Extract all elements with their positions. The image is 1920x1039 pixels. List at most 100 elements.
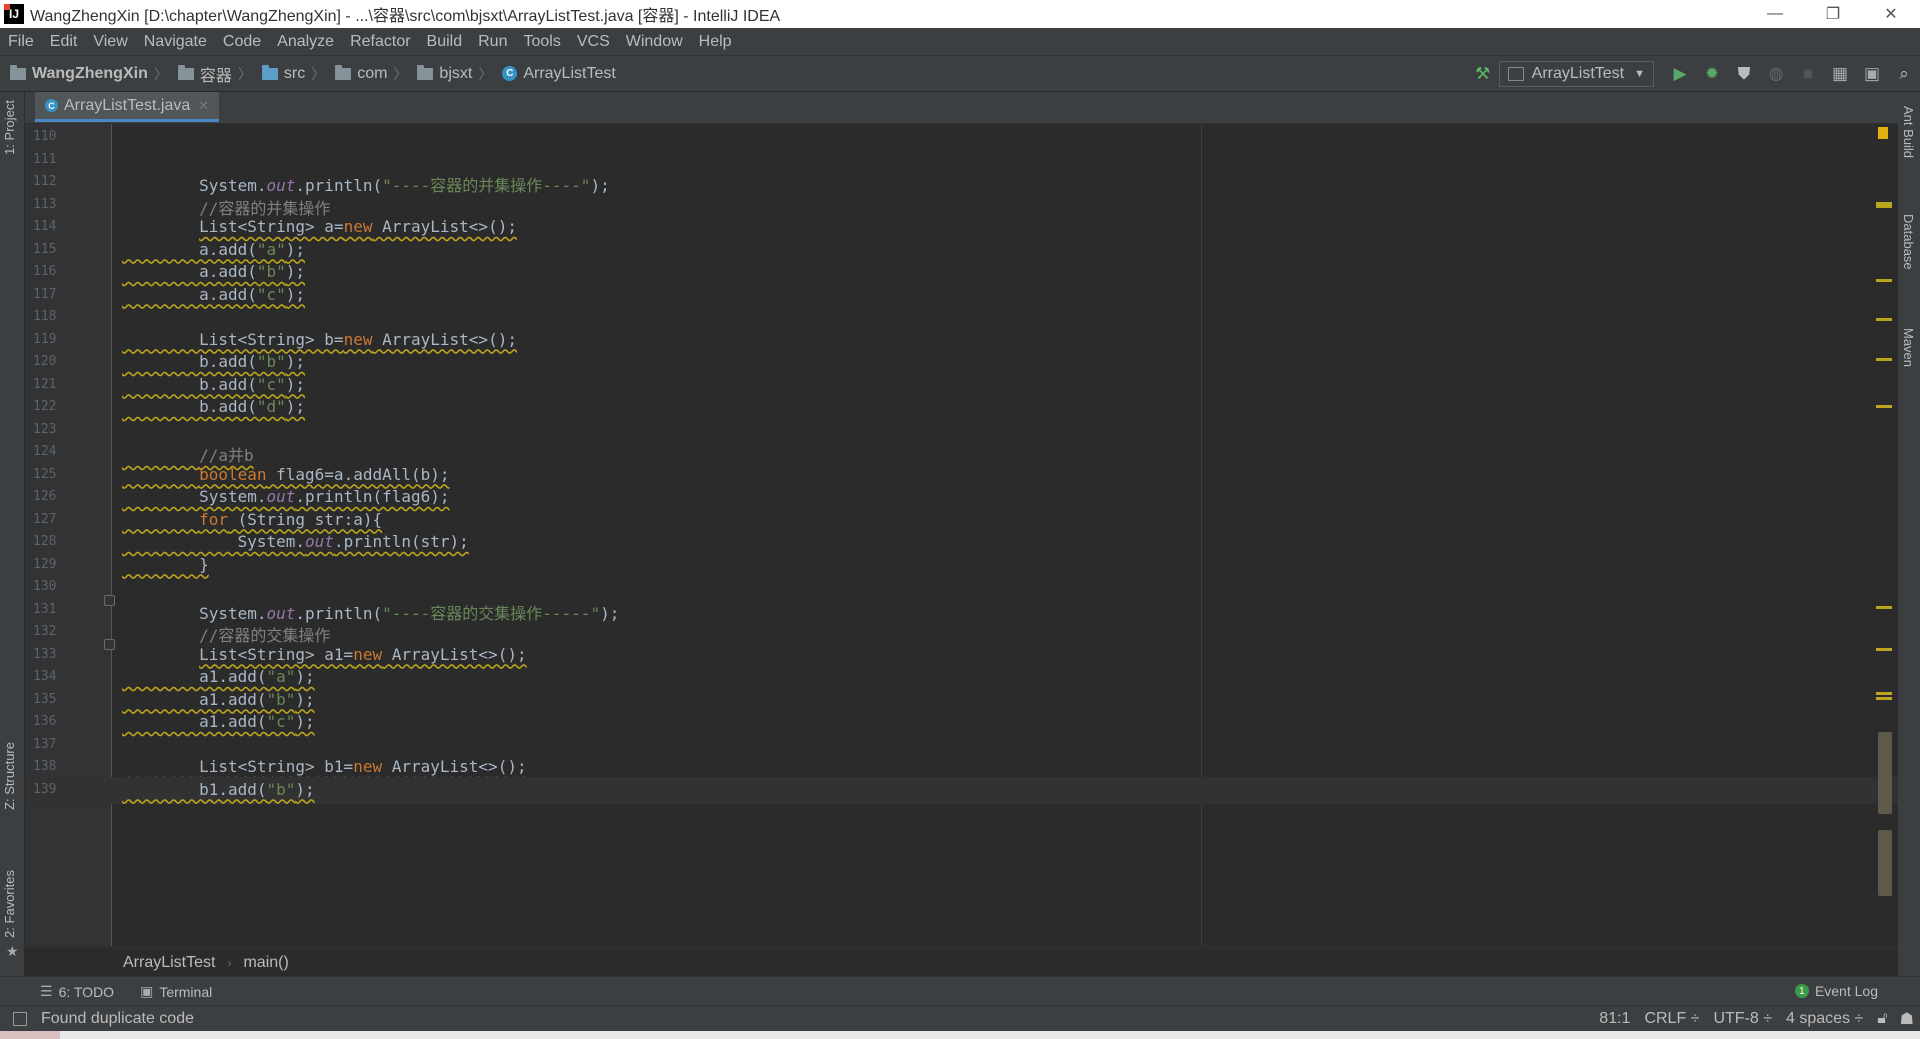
crumb-src[interactable]: src 〉: [252, 64, 325, 84]
code-token: b1.add(: [122, 779, 267, 799]
menu-file[interactable]: File: [0, 33, 42, 51]
warning-marker[interactable]: [1876, 205, 1892, 208]
menu-refactor[interactable]: Refactor: [342, 33, 418, 51]
bottom-tool-bar: ☰ 6: TODO ▣ Terminal 1 Event Log: [0, 976, 1920, 1006]
build-hammer-icon[interactable]: ⚒: [1467, 56, 1499, 92]
code-token: List<String> b=: [122, 329, 344, 349]
menu-vcs[interactable]: VCS: [569, 33, 618, 51]
menu-help[interactable]: Help: [691, 33, 740, 51]
line-number: 126: [33, 489, 57, 504]
todo-label: 6: TODO: [58, 983, 115, 1000]
menu-build[interactable]: Build: [419, 33, 471, 51]
menu-navigate[interactable]: Navigate: [136, 33, 215, 51]
ant-build-tool-button[interactable]: Ant Build: [1901, 106, 1916, 158]
star-icon: ★: [6, 944, 19, 960]
terminal-tool-button[interactable]: ▣ Terminal: [140, 983, 212, 1000]
code-token: a.add(: [122, 239, 257, 259]
run-icon[interactable]: ▶: [1664, 56, 1696, 92]
code-token: "c": [266, 712, 296, 731]
inspector-icon[interactable]: ☗: [1900, 1009, 1914, 1029]
search-icon[interactable]: ⌕: [1888, 56, 1920, 92]
minimize-button[interactable]: —: [1746, 0, 1804, 28]
crumb-com[interactable]: com 〉: [325, 64, 407, 84]
crumb-bjsxt[interactable]: bjsxt 〉: [407, 64, 492, 84]
menu-run[interactable]: Run: [470, 33, 515, 51]
crumb-project[interactable]: WangZhengXin 〉: [0, 64, 168, 84]
event-log-button[interactable]: 1 Event Log: [1794, 983, 1878, 999]
code-token: out: [266, 487, 296, 506]
crumb-class[interactable]: C ArrayListTest: [492, 65, 616, 83]
code-token: ArrayList<>();: [372, 329, 517, 349]
line-separator[interactable]: CRLF ÷: [1644, 1010, 1699, 1028]
code-line[interactable]: 139 b1.add("b");: [25, 776, 1898, 804]
line-number: 110: [33, 129, 57, 144]
warning-marker[interactable]: [1876, 692, 1892, 695]
todo-tool-button[interactable]: ☰ 6: TODO: [40, 983, 114, 1000]
lock-icon[interactable]: 🔓︎: [1877, 1010, 1887, 1028]
tab-arraylisttest[interactable]: C ArrayListTest.java ✕: [35, 92, 220, 122]
project-tool-button[interactable]: 1: Project: [2, 100, 17, 155]
code-token: "a": [256, 239, 286, 259]
indent-setting[interactable]: 4 spaces ÷: [1786, 1010, 1863, 1028]
status-square-icon[interactable]: [13, 1012, 27, 1026]
file-encoding[interactable]: UTF-8 ÷: [1713, 1010, 1772, 1028]
code-token: System.: [122, 532, 306, 551]
warning-marker[interactable]: [1876, 405, 1892, 408]
menu-window[interactable]: Window: [618, 33, 691, 51]
stop-icon[interactable]: ■: [1792, 56, 1824, 92]
maven-tool-button[interactable]: Maven: [1901, 328, 1916, 367]
code-token: b.add(: [122, 374, 257, 394]
profile-icon[interactable]: ◍: [1760, 56, 1792, 92]
menu-bar: File Edit View Navigate Code Analyze Ref…: [0, 28, 1920, 55]
warning-status-icon[interactable]: [1878, 127, 1888, 139]
menu-view[interactable]: View: [85, 33, 135, 51]
line-number: 135: [33, 691, 57, 707]
database-tool-button[interactable]: Database: [1901, 214, 1916, 270]
line-number: 111: [33, 151, 57, 167]
warning-marker[interactable]: [1876, 358, 1892, 361]
code-editor[interactable]: 110 111 112 System.out.println("----容器的并集操…: [25, 124, 1898, 946]
run-configuration-select[interactable]: ArrayListTest ▼: [1498, 61, 1654, 87]
structure-tool-button[interactable]: Z: Structure: [2, 742, 17, 810]
warning-marker[interactable]: [1876, 606, 1892, 609]
warning-marker[interactable]: [1876, 648, 1892, 651]
menu-tools[interactable]: Tools: [515, 33, 568, 51]
code-token: new: [353, 644, 383, 664]
package-folder-icon: [335, 64, 352, 80]
warning-marker[interactable]: [1876, 279, 1892, 282]
menu-code[interactable]: Code: [215, 33, 269, 51]
crumb-label: 容器: [199, 67, 232, 85]
warning-marker[interactable]: [1876, 697, 1892, 700]
crumb-module[interactable]: 容器 〉: [168, 62, 252, 86]
debug-icon[interactable]: ✹: [1696, 56, 1728, 92]
coverage-icon[interactable]: ⛊: [1728, 56, 1760, 92]
chevron-right-icon: 〉: [153, 65, 168, 82]
line-number: 139: [33, 781, 57, 797]
fold-icon[interactable]: [104, 595, 115, 606]
breadcrumb-method[interactable]: main(): [243, 954, 288, 972]
caret-position[interactable]: 81:1: [1599, 1010, 1630, 1028]
error-stripe[interactable]: [1874, 124, 1898, 946]
window-layout-icon[interactable]: ▣: [1856, 56, 1888, 92]
fold-icon[interactable]: [104, 639, 115, 650]
maximize-button[interactable]: ❐: [1804, 0, 1862, 28]
code-token: "a": [266, 667, 296, 686]
code-token: "b": [266, 689, 296, 709]
favorites-tool-button[interactable]: 2: Favorites: [2, 870, 17, 938]
project-folder-icon: [10, 64, 26, 80]
event-count-badge: 1: [1794, 984, 1809, 998]
warning-marker[interactable]: [1876, 318, 1892, 321]
code-token: new: [343, 217, 373, 236]
scrollbar-thumb[interactable]: [1878, 732, 1892, 814]
code-breadcrumbs: ArrayListTest › main(): [25, 947, 1898, 977]
project-structure-icon[interactable]: ▦: [1824, 56, 1856, 92]
code-token: );: [295, 712, 315, 731]
menu-analyze[interactable]: Analyze: [269, 33, 342, 51]
menu-edit[interactable]: Edit: [42, 33, 86, 51]
close-icon[interactable]: ✕: [198, 98, 209, 114]
chevron-right-icon: 〉: [237, 65, 252, 82]
scrollbar-thumb[interactable]: [1878, 830, 1892, 896]
breadcrumb-class[interactable]: ArrayListTest: [123, 954, 215, 972]
close-button[interactable]: ✕: [1862, 0, 1920, 28]
